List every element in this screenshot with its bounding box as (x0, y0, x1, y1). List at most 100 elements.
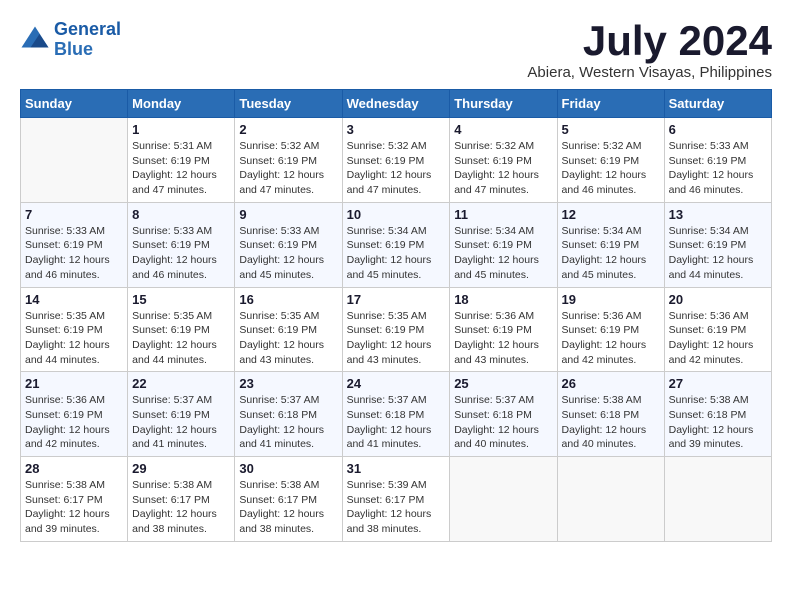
day-number: 25 (454, 376, 552, 391)
calendar-cell: 27 Sunrise: 5:38 AMSunset: 6:18 PMDayligh… (664, 372, 771, 457)
day-info: Sunrise: 5:37 AMSunset: 6:18 PMDaylight:… (347, 393, 446, 452)
day-info: Sunrise: 5:36 AMSunset: 6:19 PMDaylight:… (562, 309, 660, 368)
day-number: 2 (239, 122, 337, 137)
calendar-cell: 19 Sunrise: 5:36 AMSunset: 6:19 PMDayligh… (557, 287, 664, 372)
day-info: Sunrise: 5:34 AMSunset: 6:19 PMDaylight:… (562, 224, 660, 283)
day-number: 17 (347, 292, 446, 307)
day-number: 5 (562, 122, 660, 137)
day-info: Sunrise: 5:33 AMSunset: 6:19 PMDaylight:… (239, 224, 337, 283)
calendar-cell: 17 Sunrise: 5:35 AMSunset: 6:19 PMDayligh… (342, 287, 450, 372)
calendar-cell: 12 Sunrise: 5:34 AMSunset: 6:19 PMDayligh… (557, 202, 664, 287)
calendar-cell: 3 Sunrise: 5:32 AMSunset: 6:19 PMDaylight… (342, 118, 450, 203)
calendar-week-4: 21 Sunrise: 5:36 AMSunset: 6:19 PMDayligh… (21, 372, 772, 457)
calendar-week-2: 7Sunrise: 5:33 AMSunset: 6:19 PMDaylight… (21, 202, 772, 287)
calendar-cell: 16 Sunrise: 5:35 AMSunset: 6:19 PMDayligh… (235, 287, 342, 372)
day-header-sunday: Sunday (21, 90, 128, 118)
day-info: Sunrise: 5:33 AMSunset: 6:19 PMDaylight:… (669, 139, 767, 198)
calendar-table: SundayMondayTuesdayWednesdayThursdayFrid… (20, 89, 772, 542)
calendar-cell (21, 118, 128, 203)
day-number: 4 (454, 122, 552, 137)
day-number: 9 (239, 207, 337, 222)
day-info: Sunrise: 5:32 AMSunset: 6:19 PMDaylight:… (239, 139, 337, 198)
calendar-cell: 4Sunrise: 5:32 AMSunset: 6:19 PMDaylight… (450, 118, 557, 203)
day-info: Sunrise: 5:38 AMSunset: 6:17 PMDaylight:… (239, 478, 337, 537)
day-number: 3 (347, 122, 446, 137)
day-number: 26 (562, 376, 660, 391)
day-number: 11 (454, 207, 552, 222)
day-number: 12 (562, 207, 660, 222)
day-info: Sunrise: 5:35 AMSunset: 6:19 PMDaylight:… (25, 309, 123, 368)
calendar-cell: 1Sunrise: 5:31 AMSunset: 6:19 PMDaylight… (128, 118, 235, 203)
day-number: 8 (132, 207, 230, 222)
location: Abiera, Western Visayas, Philippines (527, 64, 772, 81)
day-number: 15 (132, 292, 230, 307)
logo-text: General Blue (54, 20, 121, 60)
calendar-cell: 22Sunrise: 5:37 AMSunset: 6:19 PMDayligh… (128, 372, 235, 457)
day-header-wednesday: Wednesday (342, 90, 450, 118)
day-info: Sunrise: 5:39 AMSunset: 6:17 PMDaylight:… (347, 478, 446, 537)
day-info: Sunrise: 5:37 AMSunset: 6:18 PMDaylight:… (239, 393, 337, 452)
page-header: General Blue July 2024 Abiera, Western V… (20, 20, 772, 81)
day-info: Sunrise: 5:35 AMSunset: 6:19 PMDaylight:… (239, 309, 337, 368)
day-number: 30 (239, 461, 337, 476)
day-info: Sunrise: 5:38 AMSunset: 6:17 PMDaylight:… (132, 478, 230, 537)
day-info: Sunrise: 5:34 AMSunset: 6:19 PMDaylight:… (669, 224, 767, 283)
day-info: Sunrise: 5:35 AMSunset: 6:19 PMDaylight:… (347, 309, 446, 368)
day-number: 27 (669, 376, 767, 391)
calendar-cell: 5 Sunrise: 5:32 AMSunset: 6:19 PMDaylight… (557, 118, 664, 203)
calendar-cell: 29 Sunrise: 5:38 AMSunset: 6:17 PMDayligh… (128, 457, 235, 542)
day-header-saturday: Saturday (664, 90, 771, 118)
day-number: 14 (25, 292, 123, 307)
calendar-cell: 8 Sunrise: 5:33 AMSunset: 6:19 PMDaylight… (128, 202, 235, 287)
calendar-cell: 11 Sunrise: 5:34 AMSunset: 6:19 PMDayligh… (450, 202, 557, 287)
day-info: Sunrise: 5:36 AMSunset: 6:19 PMDaylight:… (25, 393, 123, 452)
calendar-cell: 10Sunrise: 5:34 AMSunset: 6:19 PMDayligh… (342, 202, 450, 287)
day-info: Sunrise: 5:38 AMSunset: 6:18 PMDaylight:… (669, 393, 767, 452)
calendar-cell: 18 Sunrise: 5:36 AMSunset: 6:19 PMDayligh… (450, 287, 557, 372)
day-info: Sunrise: 5:34 AMSunset: 6:19 PMDaylight:… (347, 224, 446, 283)
day-number: 13 (669, 207, 767, 222)
day-number: 21 (25, 376, 123, 391)
day-header-thursday: Thursday (450, 90, 557, 118)
day-number: 23 (239, 376, 337, 391)
calendar-week-3: 14 Sunrise: 5:35 AMSunset: 6:19 PMDayligh… (21, 287, 772, 372)
calendar-cell (557, 457, 664, 542)
day-number: 18 (454, 292, 552, 307)
day-number: 24 (347, 376, 446, 391)
day-header-friday: Friday (557, 90, 664, 118)
day-number: 29 (132, 461, 230, 476)
calendar-cell: 13 Sunrise: 5:34 AMSunset: 6:19 PMDayligh… (664, 202, 771, 287)
calendar-cell: 20Sunrise: 5:36 AMSunset: 6:19 PMDayligh… (664, 287, 771, 372)
calendar-week-5: 28Sunrise: 5:38 AMSunset: 6:17 PMDayligh… (21, 457, 772, 542)
day-info: Sunrise: 5:38 AMSunset: 6:18 PMDaylight:… (562, 393, 660, 452)
calendar-cell: 15Sunrise: 5:35 AMSunset: 6:19 PMDayligh… (128, 287, 235, 372)
day-info: Sunrise: 5:32 AMSunset: 6:19 PMDaylight:… (562, 139, 660, 198)
day-header-tuesday: Tuesday (235, 90, 342, 118)
calendar-cell: 25Sunrise: 5:37 AMSunset: 6:18 PMDayligh… (450, 372, 557, 457)
calendar-cell: 31Sunrise: 5:39 AMSunset: 6:17 PMDayligh… (342, 457, 450, 542)
calendar-cell: 6 Sunrise: 5:33 AMSunset: 6:19 PMDaylight… (664, 118, 771, 203)
day-number: 1 (132, 122, 230, 137)
month-title: July 2024 (527, 20, 772, 62)
day-number: 16 (239, 292, 337, 307)
calendar-cell: 26 Sunrise: 5:38 AMSunset: 6:18 PMDayligh… (557, 372, 664, 457)
calendar-cell: 24 Sunrise: 5:37 AMSunset: 6:18 PMDayligh… (342, 372, 450, 457)
day-info: Sunrise: 5:37 AMSunset: 6:19 PMDaylight:… (132, 393, 230, 452)
calendar-cell (450, 457, 557, 542)
calendar-cell: 30 Sunrise: 5:38 AMSunset: 6:17 PMDayligh… (235, 457, 342, 542)
day-number: 6 (669, 122, 767, 137)
calendar-cell (664, 457, 771, 542)
logo-icon (20, 25, 50, 55)
day-info: Sunrise: 5:33 AMSunset: 6:19 PMDaylight:… (132, 224, 230, 283)
day-info: Sunrise: 5:36 AMSunset: 6:19 PMDaylight:… (454, 309, 552, 368)
day-number: 19 (562, 292, 660, 307)
day-info: Sunrise: 5:38 AMSunset: 6:17 PMDaylight:… (25, 478, 123, 537)
title-block: July 2024 Abiera, Western Visayas, Phili… (527, 20, 772, 81)
day-info: Sunrise: 5:34 AMSunset: 6:19 PMDaylight:… (454, 224, 552, 283)
day-info: Sunrise: 5:33 AMSunset: 6:19 PMDaylight:… (25, 224, 123, 283)
day-info: Sunrise: 5:32 AMSunset: 6:19 PMDaylight:… (347, 139, 446, 198)
calendar-header-row: SundayMondayTuesdayWednesdayThursdayFrid… (21, 90, 772, 118)
calendar-cell: 23 Sunrise: 5:37 AMSunset: 6:18 PMDayligh… (235, 372, 342, 457)
calendar-cell: 21 Sunrise: 5:36 AMSunset: 6:19 PMDayligh… (21, 372, 128, 457)
calendar-week-1: 1Sunrise: 5:31 AMSunset: 6:19 PMDaylight… (21, 118, 772, 203)
